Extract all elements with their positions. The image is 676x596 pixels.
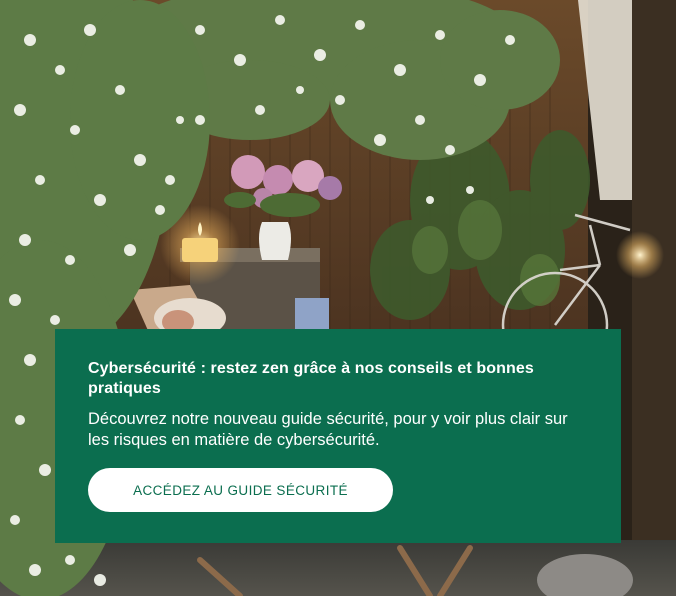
security-guide-button[interactable]: ACCÉDEZ AU GUIDE SÉCURITÉ [88, 468, 393, 512]
promo-title: Cybersécurité : restez zen grâce à nos c… [88, 360, 534, 397]
promo-description: Découvrez notre nouveau guide sécurité, … [88, 410, 568, 449]
promo-card: Cybersécurité : restez zen grâce à nos c… [55, 329, 621, 543]
